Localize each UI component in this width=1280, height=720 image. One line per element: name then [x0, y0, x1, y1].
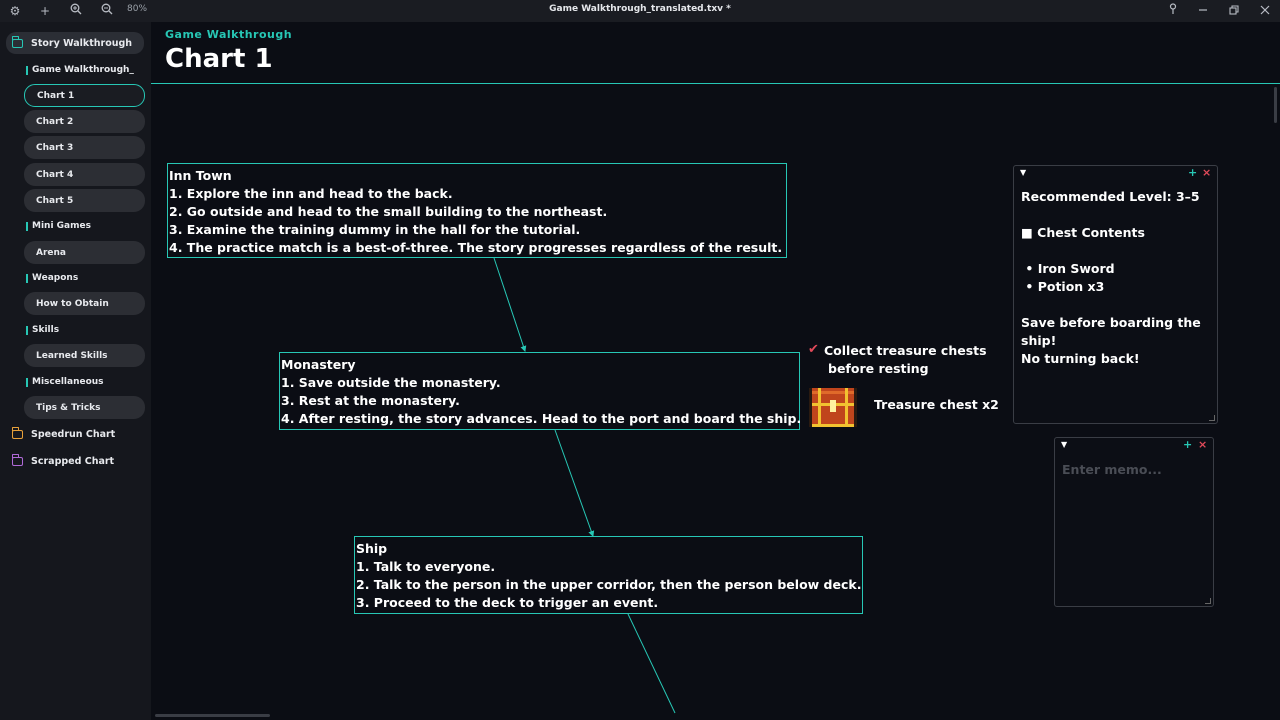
sidebar-item-tips-tricks[interactable]: Tips & Tricks — [24, 396, 145, 419]
section-game-walkthrough[interactable]: Game Walkthrough_ — [26, 65, 134, 75]
node-step: 1. Explore the inn and head to the back. — [169, 186, 453, 201]
node-step: 1. Talk to everyone. — [356, 559, 496, 574]
document-title: Game Walkthrough_translated.txv * — [549, 4, 731, 14]
flowchart-canvas[interactable]: Inn Town 1. Explore the inn and head to … — [151, 85, 1280, 720]
connector-arrow — [554, 429, 595, 537]
zoom-in-icon[interactable] — [68, 3, 84, 19]
sidebar-item-arena[interactable]: Arena — [24, 241, 145, 264]
check-mark-icon: ✔ — [808, 342, 819, 357]
sidebar-item-how-to-obtain[interactable]: How to Obtain — [24, 292, 145, 315]
section-mini-games[interactable]: Mini Games — [26, 221, 91, 231]
sidebar-item-chart-3[interactable]: Chart 3 — [24, 136, 145, 159]
node-title: Ship — [356, 541, 388, 556]
sidebar: Story Walkthrough Game Walkthrough_ Char… — [0, 22, 151, 720]
node-step: 2. Go outside and head to the small buil… — [169, 204, 608, 219]
close-memo-icon[interactable]: × — [1198, 438, 1207, 451]
folder-label: Scrapped Chart — [31, 455, 115, 467]
resize-handle[interactable] — [1205, 598, 1211, 604]
sidebar-item-chart-5[interactable]: Chart 5 — [24, 189, 145, 212]
connector-arrow — [493, 257, 527, 352]
add-memo-icon[interactable]: + — [1183, 438, 1192, 451]
plus-icon[interactable]: + — [37, 3, 53, 19]
close-icon[interactable] — [1257, 3, 1273, 19]
node-step: 1. Save outside the monastery. — [281, 375, 501, 390]
treasure-label: Treasure chest x2 — [874, 397, 999, 412]
sidebar-item-chart-2[interactable]: Chart 2 — [24, 110, 145, 133]
vertical-scrollbar[interactable] — [1274, 87, 1277, 123]
zoom-level: 80% — [127, 4, 148, 14]
add-memo-icon[interactable]: + — [1188, 166, 1197, 179]
node-ship[interactable]: Ship 1. Talk to everyone. 2. Talk to the… — [354, 536, 863, 614]
collect-note-line2: before resting — [828, 361, 929, 376]
memo-panel-2[interactable]: ▼ + × — [1054, 437, 1214, 607]
minimize-icon[interactable] — [1195, 3, 1211, 19]
node-step: 4. After resting, the story advances. He… — [281, 411, 802, 426]
node-inn-town[interactable]: Inn Town 1. Explore the inn and head to … — [167, 163, 787, 258]
sidebar-item-chart-1[interactable]: Chart 1 — [24, 84, 145, 107]
folder-scrapped-chart[interactable]: Scrapped Chart — [6, 450, 114, 472]
node-step: 4. The practice match is a best-of-three… — [169, 240, 783, 255]
horizontal-scrollbar[interactable] — [155, 714, 270, 717]
restore-icon[interactable] — [1226, 3, 1242, 19]
collect-note-line1: Collect treasure chests — [824, 343, 987, 358]
pin-icon[interactable] — [1165, 3, 1181, 19]
close-memo-icon[interactable]: × — [1202, 166, 1211, 179]
collapse-icon[interactable]: ▼ — [1061, 440, 1067, 449]
section-skills[interactable]: Skills — [26, 325, 59, 335]
section-weapons[interactable]: Weapons — [26, 273, 78, 283]
gear-icon[interactable]: ⚙ — [7, 3, 23, 19]
folder-icon — [12, 426, 23, 439]
memo-text[interactable]: Recommended Level: 3–5 ■ Chest Contents … — [1021, 188, 1211, 368]
folder-icon — [12, 35, 23, 48]
sidebar-item-learned-skills[interactable]: Learned Skills — [24, 344, 145, 367]
zoom-out-icon[interactable] — [99, 3, 115, 19]
resize-handle[interactable] — [1209, 415, 1215, 421]
node-step: 3. Proceed to the deck to trigger an eve… — [356, 595, 659, 610]
connector-arrow — [627, 613, 676, 714]
node-step: 2. Talk to the person in the upper corri… — [356, 577, 862, 592]
treasure-chest-icon — [809, 388, 857, 427]
node-title: Monastery — [281, 357, 356, 372]
folder-speedrun-chart[interactable]: Speedrun Chart — [6, 423, 115, 445]
node-title: Inn Town — [169, 168, 232, 183]
collapse-icon[interactable]: ▼ — [1020, 168, 1026, 177]
page-title: Chart 1 — [165, 44, 273, 74]
title-bar: ⚙ + 80% Game Walkthrough_translated.txv … — [0, 0, 1280, 22]
node-step: 3. Rest at the monastery. — [281, 393, 460, 408]
folder-icon — [12, 453, 23, 466]
folder-label: Speedrun Chart — [31, 428, 116, 440]
memo-panel-1[interactable]: ▼ + × Recommended Level: 3–5 ■ Chest Con… — [1013, 165, 1218, 424]
sidebar-item-chart-4[interactable]: Chart 4 — [24, 163, 145, 186]
folder-label: Story Walkthrough — [31, 37, 133, 49]
page-subtitle: Game Walkthrough — [165, 28, 293, 41]
node-step: 3. Examine the training dummy in the hal… — [169, 222, 581, 237]
memo-input[interactable] — [1062, 462, 1207, 477]
section-miscellaneous[interactable]: Miscellaneous — [26, 377, 104, 387]
folder-story-walkthrough[interactable]: Story Walkthrough — [6, 32, 144, 54]
page-header: Game Walkthrough Chart 1 — [151, 22, 1280, 84]
node-monastery[interactable]: Monastery 1. Save outside the monastery.… — [279, 352, 802, 430]
